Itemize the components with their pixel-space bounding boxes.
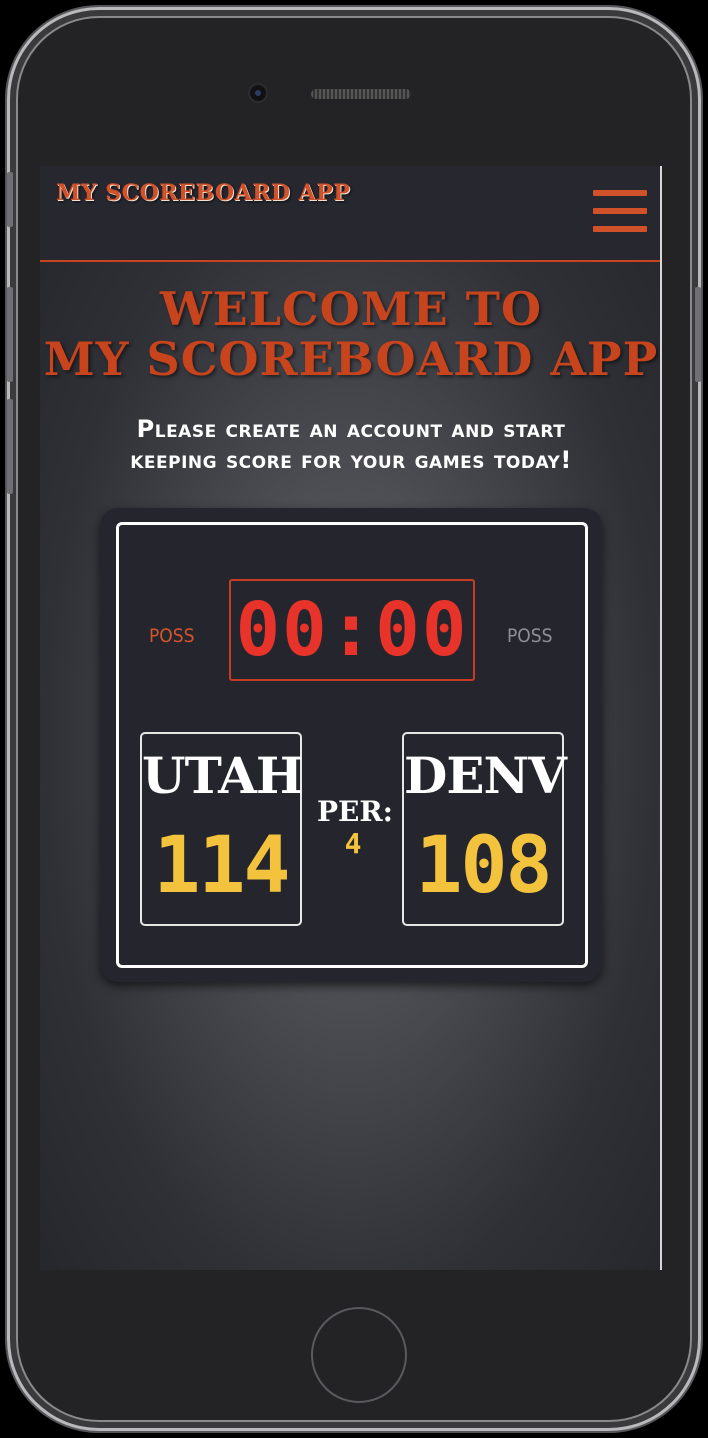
- scoreboard-panel: POSS 00:00 POSS UTAH 114 PER: 4 DENV 108: [116, 522, 588, 968]
- away-team-box: DENV 108: [402, 732, 567, 926]
- scoreboard: POSS 00:00 POSS UTAH 114 PER: 4 DENV 108: [100, 508, 602, 982]
- welcome-line-1: WELCOME TO: [159, 282, 543, 336]
- hamburger-menu-icon[interactable]: [593, 190, 647, 232]
- period-value: 4: [344, 827, 362, 860]
- earpiece-speaker: [311, 89, 411, 99]
- screen-edge: [660, 166, 662, 1270]
- home-team-score: 114: [153, 821, 291, 911]
- brand-title[interactable]: MY SCOREBOARD APP: [56, 180, 350, 206]
- power-button: [695, 287, 701, 382]
- welcome-line-2: MY SCOREBOARD APP: [43, 332, 659, 386]
- home-team-box: UTAH 114: [140, 732, 303, 926]
- volume-up-button: [7, 287, 13, 382]
- period-label: PER:: [317, 795, 394, 828]
- app-screen: MY SCOREBOARD APP WELCOME TO MY SCOREBOA…: [40, 166, 662, 1270]
- tagline: Please create an account and start keepi…: [40, 414, 662, 476]
- home-button[interactable]: [311, 1307, 407, 1403]
- game-clock: 00:00: [229, 579, 475, 681]
- silent-switch: [7, 172, 13, 227]
- possession-indicator-home: POSS: [149, 625, 195, 647]
- tagline-line-1: Please create an account and start: [136, 415, 566, 443]
- away-team-score: 108: [415, 821, 553, 911]
- welcome-heading: WELCOME TO MY SCOREBOARD APP: [40, 284, 662, 384]
- away-team-name: DENV: [404, 746, 567, 805]
- top-navbar: MY SCOREBOARD APP: [40, 166, 660, 262]
- home-team-name: UTAH: [142, 746, 303, 805]
- tagline-line-2: keeping score for your games today!: [130, 446, 572, 474]
- volume-down-button: [7, 399, 13, 494]
- possession-indicator-away: POSS: [507, 625, 553, 647]
- front-camera: [250, 85, 266, 101]
